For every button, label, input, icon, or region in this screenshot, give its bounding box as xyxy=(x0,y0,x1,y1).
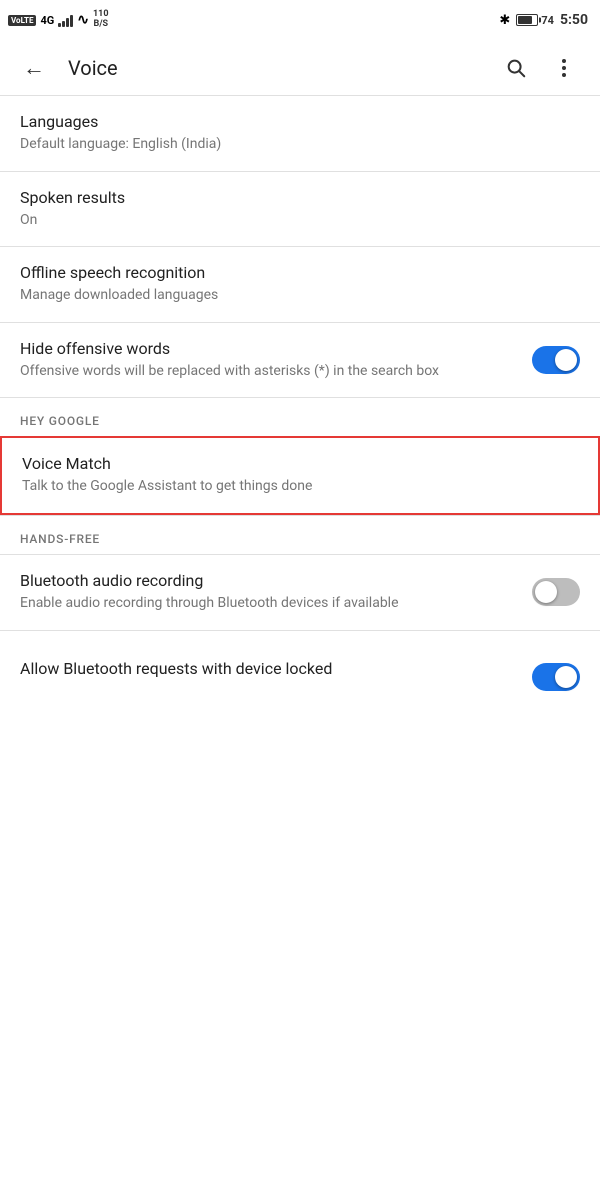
languages-item[interactable]: Languages Default language: English (Ind… xyxy=(0,96,600,172)
voice-match-item[interactable]: Voice Match Talk to the Google Assistant… xyxy=(0,436,600,515)
app-bar: ← Voice xyxy=(0,40,600,96)
hands-free-section-header: HANDS-FREE xyxy=(0,516,600,554)
network-type: 4G xyxy=(40,14,54,27)
wifi-icon: ∿ xyxy=(77,12,89,28)
voice-match-title: Voice Match xyxy=(22,454,578,473)
bluetooth-audio-toggle[interactable] xyxy=(532,578,580,606)
toggle-thumb xyxy=(555,349,577,371)
battery-icon xyxy=(516,14,538,26)
app-bar-actions xyxy=(496,48,584,88)
clock: 5:50 xyxy=(560,12,588,28)
offline-speech-subtitle: Manage downloaded languages xyxy=(20,286,580,306)
status-left: VoLTE 4G ∿ 110 B/S xyxy=(8,10,109,30)
battery: 74 xyxy=(516,14,554,27)
bluetooth-audio-content: Bluetooth audio recording Enable audio r… xyxy=(20,571,516,614)
allow-bluetooth-item[interactable]: Allow Bluetooth requests with device loc… xyxy=(0,631,600,711)
search-icon xyxy=(505,57,527,79)
spoken-results-content: Spoken results On xyxy=(20,188,580,231)
signal-bars xyxy=(58,13,73,27)
languages-title: Languages xyxy=(20,112,580,131)
spoken-results-subtitle: On xyxy=(20,211,580,231)
hey-google-section-header: HEY GOOGLE xyxy=(0,398,600,436)
search-button[interactable] xyxy=(496,48,536,88)
offline-speech-content: Offline speech recognition Manage downlo… xyxy=(20,263,580,306)
back-button[interactable]: ← xyxy=(16,50,52,86)
offline-speech-title: Offline speech recognition xyxy=(20,263,580,282)
allow-bluetooth-toggle-thumb xyxy=(555,666,577,688)
spoken-results-item[interactable]: Spoken results On xyxy=(0,172,600,248)
bluetooth-icon: ✱ xyxy=(499,13,510,28)
battery-percentage: 74 xyxy=(541,14,554,27)
voice-match-content: Voice Match Talk to the Google Assistant… xyxy=(22,454,578,497)
hide-offensive-subtitle: Offensive words will be replaced with as… xyxy=(20,362,516,382)
offline-speech-item[interactable]: Offline speech recognition Manage downlo… xyxy=(0,247,600,323)
back-arrow-icon: ← xyxy=(23,55,45,81)
hide-offensive-content: Hide offensive words Offensive words wil… xyxy=(20,339,516,382)
page-title: Voice xyxy=(68,56,480,80)
spoken-results-title: Spoken results xyxy=(20,188,580,207)
hide-offensive-title: Hide offensive words xyxy=(20,339,516,358)
vertical-dots-icon xyxy=(562,59,566,77)
allow-bluetooth-content: Allow Bluetooth requests with device loc… xyxy=(20,659,516,682)
languages-subtitle: Default language: English (India) xyxy=(20,135,580,155)
status-right: ✱ 74 5:50 xyxy=(499,12,588,28)
languages-content: Languages Default language: English (Ind… xyxy=(20,112,580,155)
bluetooth-audio-item[interactable]: Bluetooth audio recording Enable audio r… xyxy=(0,555,600,631)
bluetooth-audio-subtitle: Enable audio recording through Bluetooth… xyxy=(20,594,516,614)
hide-offensive-item[interactable]: Hide offensive words Offensive words wil… xyxy=(0,323,600,399)
voice-match-subtitle: Talk to the Google Assistant to get thin… xyxy=(22,477,578,497)
settings-list: Languages Default language: English (Ind… xyxy=(0,96,600,711)
allow-bluetooth-title: Allow Bluetooth requests with device loc… xyxy=(20,659,516,678)
status-bar: VoLTE 4G ∿ 110 B/S ✱ 74 5:50 xyxy=(0,0,600,40)
battery-fill xyxy=(518,16,531,24)
speed-indicator: 110 B/S xyxy=(93,10,109,30)
hide-offensive-toggle[interactable] xyxy=(532,346,580,374)
allow-bluetooth-toggle[interactable] xyxy=(532,663,580,691)
more-options-button[interactable] xyxy=(544,48,584,88)
bluetooth-audio-title: Bluetooth audio recording xyxy=(20,571,516,590)
volte-badge: VoLTE xyxy=(8,15,36,26)
